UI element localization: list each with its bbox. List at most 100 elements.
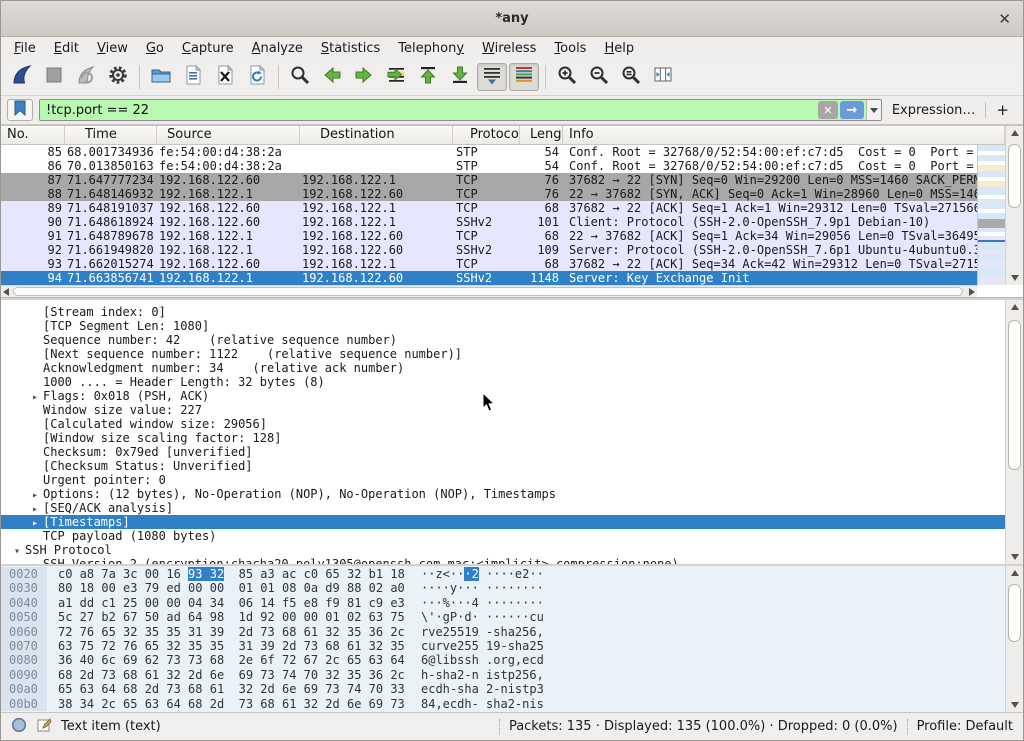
detail-line[interactable]: [Window size scaling factor: 128] [1, 431, 1005, 445]
detail-line[interactable]: Sequence number: 42 (relative sequence n… [1, 333, 1005, 347]
restart-capture-button[interactable] [71, 63, 101, 91]
detail-line[interactable]: Checksum: 0x79ed [unverified] [1, 445, 1005, 459]
scroll-up-arrow-icon[interactable] [1006, 126, 1023, 140]
detail-line[interactable]: ▾SSH Protocol [1, 543, 1005, 557]
menu-statistics[interactable]: Statistics [312, 40, 389, 57]
hex-bytes[interactable]: 63 75 72 76 65 32 35 35 31 39 2d 73 68 6… [47, 639, 419, 653]
expert-info-icon[interactable] [11, 717, 27, 737]
expander-closed-icon[interactable]: ▸ [27, 489, 43, 501]
scroll-down-arrow-icon[interactable] [1006, 698, 1023, 712]
packet-row-85[interactable]: 8568.001734936fe:54:00:d4:38:2aSTP54Conf… [1, 145, 977, 159]
hex-bytes[interactable]: c0 a8 7a 3c 00 16 93 32 85 a3 ac c0 65 3… [47, 567, 419, 581]
scrollbar-thumb[interactable] [1008, 320, 1021, 470]
menu-wireless[interactable]: Wireless [473, 40, 545, 57]
scroll-right-arrow-icon[interactable] [969, 288, 975, 296]
hex-ascii[interactable]: 6@libssh .org,ecd [419, 653, 544, 667]
column-header-no[interactable]: No. [1, 126, 65, 144]
hex-bytes[interactable]: 80 18 00 e3 79 ed 00 00 01 01 08 0a d9 8… [47, 581, 419, 595]
packet-row-88[interactable]: 8871.648146932192.168.122.1192.168.122.6… [1, 187, 977, 201]
detail-line-selected[interactable]: ▸[Timestamps] [1, 515, 1005, 529]
detail-line[interactable]: Urgent pointer: 0 [1, 473, 1005, 487]
go-forward-button[interactable] [349, 63, 379, 91]
packet-list-vscrollbar[interactable] [1005, 126, 1023, 285]
menu-view[interactable]: View [88, 40, 137, 57]
expander-closed-icon[interactable]: ▸ [27, 517, 43, 529]
packet-row-86[interactable]: 8670.013850163fe:54:00:d4:38:2aSTP54Conf… [1, 159, 977, 173]
detail-line[interactable]: [Calculated window size: 29056] [1, 417, 1005, 431]
save-file-button[interactable] [178, 63, 208, 91]
hex-row-0040[interactable]: 0040a1 dd c1 25 00 00 04 34 06 14 f5 e8 … [1, 596, 1005, 610]
menu-go[interactable]: Go [137, 40, 173, 57]
scroll-up-arrow-icon[interactable] [1006, 300, 1023, 314]
hex-bytes[interactable]: 5c 27 b2 67 50 ad 64 98 1d 92 00 00 01 0… [47, 610, 419, 624]
hex-bytes[interactable]: 65 63 64 68 2d 73 68 61 32 2d 6e 69 73 7… [47, 682, 419, 696]
filter-apply-button[interactable]: → [840, 101, 864, 119]
detail-line[interactable]: [Stream index: 0] [1, 305, 1005, 319]
menu-edit[interactable]: Edit [45, 40, 88, 57]
expander-open-icon[interactable]: ▾ [9, 545, 25, 557]
zoom-original-button[interactable] [616, 63, 646, 91]
column-header-destination[interactable]: Destination [300, 126, 453, 144]
hex-row-0090[interactable]: 009068 2d 73 68 61 32 2d 6e 69 73 74 70 … [1, 668, 1005, 682]
intelligent-scrollbar-minimap[interactable] [977, 145, 1005, 285]
hex-row-00a0[interactable]: 00a065 63 64 68 2d 73 68 61 32 2d 6e 69 … [1, 682, 1005, 696]
packet-row-94[interactable]: 9471.663856741192.168.122.1192.168.122.6… [1, 271, 977, 285]
hex-bytes[interactable]: 36 40 6c 69 62 73 73 68 2e 6f 72 67 2c 6… [47, 653, 419, 667]
column-header-protocol[interactable]: Protocol [453, 126, 520, 144]
menu-telephony[interactable]: Telephony [389, 40, 473, 57]
hex-row-0050[interactable]: 00505c 27 b2 67 50 ad 64 98 1d 92 00 00 … [1, 610, 1005, 624]
packet-row-91[interactable]: 9171.648789678192.168.122.1192.168.122.6… [1, 229, 977, 243]
hex-bytes[interactable]: 68 2d 73 68 61 32 2d 6e 69 73 74 70 32 3… [47, 668, 419, 682]
packet-row-90[interactable]: 9071.648618924192.168.122.60192.168.122.… [1, 215, 977, 229]
hex-row-0070[interactable]: 007063 75 72 76 65 32 35 35 31 39 2d 73 … [1, 639, 1005, 653]
hex-ascii[interactable]: curve255 19-sha25 [419, 639, 544, 653]
scrollbar-thumb[interactable] [1008, 584, 1021, 642]
detail-line[interactable]: ▸Flags: 0x018 (PSH, ACK) [1, 389, 1005, 403]
packet-row-92[interactable]: 9271.661949820192.168.122.1192.168.122.6… [1, 243, 977, 257]
detail-line[interactable]: TCP payload (1080 bytes) [1, 529, 1005, 543]
expander-closed-icon[interactable]: ▸ [27, 391, 43, 403]
column-header-time[interactable]: Time [65, 126, 157, 144]
capture-comment-icon[interactable] [36, 717, 52, 737]
capture-options-button[interactable] [103, 63, 133, 91]
go-to-bottom-button[interactable] [445, 63, 475, 91]
hex-row-0030[interactable]: 003080 18 00 e3 79 ed 00 00 01 01 08 0a … [1, 581, 1005, 595]
menu-tools[interactable]: Tools [545, 40, 595, 57]
scrollbar-thumb[interactable] [13, 287, 963, 296]
find-packet-button[interactable] [285, 63, 315, 91]
hex-ascii[interactable]: \'·gP·d· ······cu [419, 610, 544, 624]
reload-file-button[interactable] [242, 63, 272, 91]
stop-capture-button[interactable] [39, 63, 69, 91]
scroll-left-arrow-icon[interactable] [3, 288, 9, 296]
detail-line[interactable]: [Next sequence number: 1122 (relative se… [1, 347, 1005, 361]
detail-vscrollbar[interactable] [1005, 300, 1023, 564]
close-file-button[interactable] [210, 63, 240, 91]
filter-dropdown-button[interactable] [866, 100, 881, 120]
packet-row-87[interactable]: 8771.647777234192.168.122.60192.168.122.… [1, 173, 977, 187]
go-to-packet-button[interactable] [381, 63, 411, 91]
hex-row-0020[interactable]: 0020c0 a8 7a 3c 00 16 93 32 85 a3 ac c0 … [1, 567, 1005, 581]
hex-ascii[interactable]: rve25519 -sha256, [419, 625, 544, 639]
hex-ascii[interactable]: ··z<···2 ····e2·· [419, 567, 544, 581]
expression-button[interactable]: Expression… [888, 103, 980, 118]
add-filter-button[interactable]: + [992, 101, 1017, 119]
detail-line[interactable]: Window size value: 227 [1, 403, 1005, 417]
hex-bytes[interactable]: a1 dd c1 25 00 00 04 34 06 14 f5 e8 f9 8… [47, 596, 419, 610]
detail-line[interactable]: [TCP Segment Len: 1080] [1, 319, 1005, 333]
close-window-button[interactable]: ✕ [998, 9, 1011, 29]
display-filter-field[interactable]: ✕ → [39, 99, 882, 121]
display-filter-input[interactable] [40, 103, 818, 118]
menu-help[interactable]: Help [595, 40, 643, 57]
hex-bytes[interactable]: 72 76 65 32 35 35 31 39 2d 73 68 61 32 3… [47, 625, 419, 639]
hex-row-00b0[interactable]: 00b038 34 2c 65 63 64 68 2d 73 68 61 32 … [1, 697, 1005, 711]
hex-ascii[interactable]: h-sha2-n istp256, [419, 668, 544, 682]
hex-ascii[interactable]: ····y··· ········ [419, 581, 544, 595]
hex-ascii[interactable]: ···%···4 ········ [419, 596, 544, 610]
hex-vscrollbar[interactable] [1005, 566, 1023, 712]
menu-file[interactable]: File [5, 40, 45, 57]
column-header-length[interactable]: Length [520, 126, 563, 144]
column-header-source[interactable]: Source [157, 126, 300, 144]
start-capture-button[interactable] [7, 63, 37, 91]
zoom-out-button[interactable] [584, 63, 614, 91]
resize-columns-button[interactable] [648, 63, 678, 91]
